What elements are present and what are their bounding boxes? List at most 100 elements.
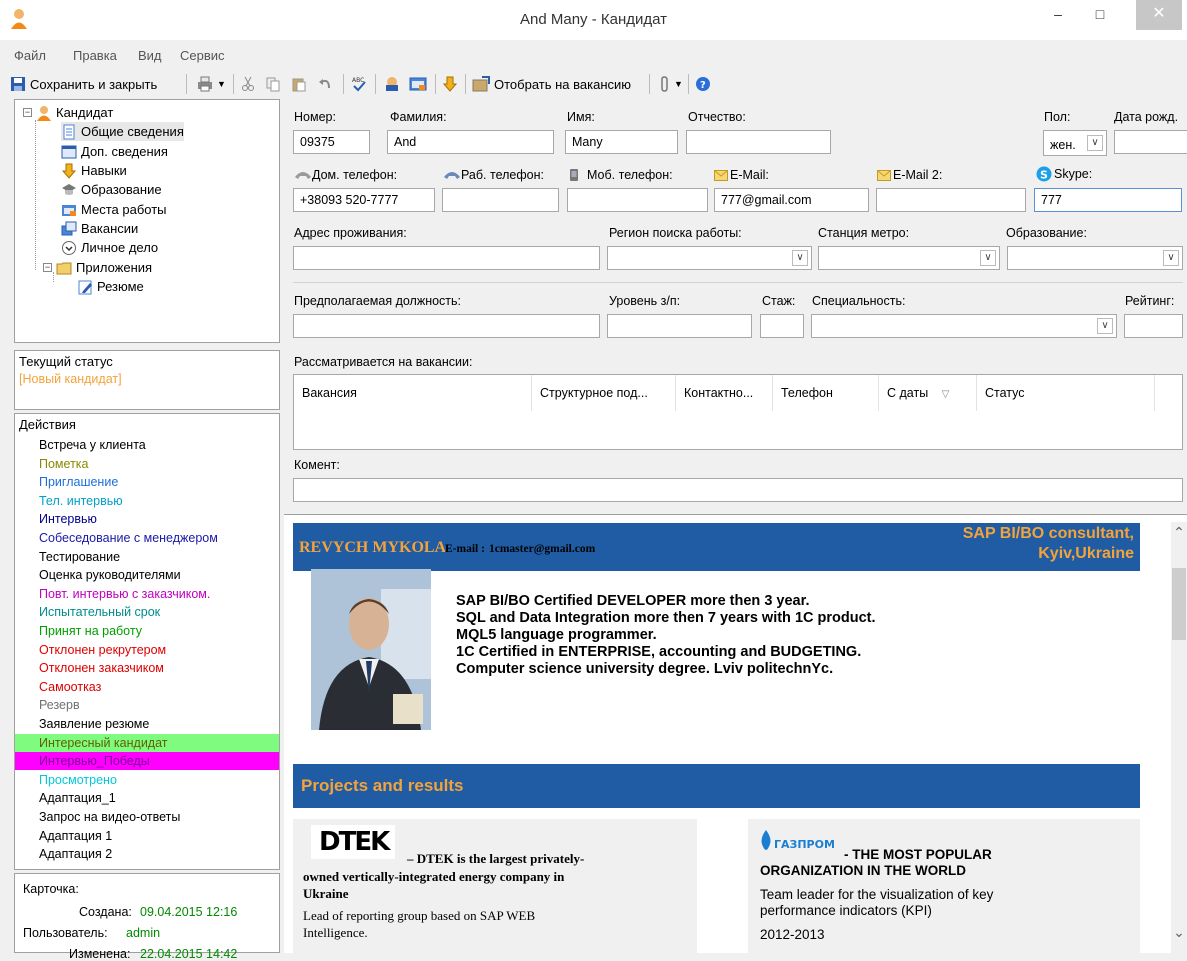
- metro-select[interactable]: ∨: [818, 246, 1000, 270]
- tree-item-personal[interactable]: Личное дело: [61, 238, 158, 257]
- window-view-button[interactable]: [409, 73, 427, 95]
- status-title: Текущий статус: [19, 354, 113, 369]
- tree-node-candidate[interactable]: − Кандидат: [23, 103, 113, 122]
- action-item[interactable]: Запрос на видео-ответы: [15, 808, 279, 826]
- chevron-down-icon[interactable]: ∨: [980, 250, 996, 266]
- scroll-thumb[interactable]: [1172, 568, 1186, 640]
- save-close-button[interactable]: Сохранить и закрыть: [10, 73, 157, 95]
- undo-button[interactable]: [317, 73, 333, 95]
- skype-input[interactable]: 777: [1034, 188, 1182, 212]
- tree-item-vacancies[interactable]: Вакансии: [61, 219, 138, 238]
- tree-item-general[interactable]: Общие сведения: [61, 122, 184, 141]
- spellcheck-button[interactable]: ABC: [351, 73, 367, 95]
- action-item[interactable]: Тел. интервью: [15, 492, 279, 510]
- action-item[interactable]: Интервью_Победы: [15, 752, 279, 771]
- work-phone-input[interactable]: [442, 188, 559, 212]
- maximize-button[interactable]: □: [1083, 0, 1117, 30]
- email-input[interactable]: 777@gmail.com: [714, 188, 869, 212]
- action-item[interactable]: Отклонен рекрутером: [15, 641, 279, 659]
- salary-label: Уровень з/п:: [609, 294, 681, 308]
- help-button[interactable]: ?: [695, 73, 711, 95]
- tree-node-attachments[interactable]: − Приложения: [43, 258, 152, 277]
- chevron-down-icon[interactable]: ∨: [1097, 318, 1113, 334]
- scroll-up-icon[interactable]: ⌃: [1171, 524, 1187, 541]
- action-item[interactable]: Приглашение: [15, 473, 279, 491]
- col-vacancy[interactable]: Вакансия: [294, 375, 532, 411]
- copy-button[interactable]: [265, 73, 281, 95]
- action-item[interactable]: Принят на работу: [15, 622, 279, 640]
- action-item[interactable]: Адаптация 1: [15, 827, 279, 845]
- menu-file[interactable]: Файл: [14, 48, 46, 63]
- action-item[interactable]: Самоотказ: [15, 678, 279, 696]
- resume-viewer[interactable]: REVYCH MYKOLA E-mail : 1cmaster@gmail.co…: [284, 514, 1187, 953]
- sex-select[interactable]: жен. ∨: [1043, 130, 1107, 156]
- paste-button[interactable]: [291, 73, 307, 95]
- education-select[interactable]: ∨: [1007, 246, 1183, 270]
- action-item[interactable]: •••: [15, 864, 279, 869]
- action-item[interactable]: Адаптация 2: [15, 845, 279, 863]
- action-item[interactable]: Интересный кандидат: [15, 733, 279, 752]
- home-phone-input[interactable]: +38093 520-7777: [293, 188, 435, 212]
- tree-item-jobs[interactable]: Места работы: [61, 200, 167, 219]
- patronymic-input[interactable]: [686, 130, 831, 154]
- birthdate-input[interactable]: [1114, 130, 1187, 154]
- col-phone[interactable]: Телефон: [773, 375, 879, 411]
- action-item[interactable]: Резерв: [15, 696, 279, 714]
- action-item[interactable]: Тестирование: [15, 548, 279, 566]
- email2-input[interactable]: [876, 188, 1026, 212]
- candidate-profile-button[interactable]: [383, 73, 401, 95]
- action-item[interactable]: Встреча у клиента: [15, 436, 279, 454]
- action-item[interactable]: Оценка руководителями: [15, 566, 279, 584]
- action-item[interactable]: Повт. интервью с заказчиком.: [15, 585, 279, 603]
- menu-service[interactable]: Сервис: [180, 48, 225, 63]
- vacancies-grid[interactable]: Вакансия Структурное под... Контактно...…: [293, 374, 1183, 450]
- menu-view[interactable]: Вид: [138, 48, 162, 63]
- attach-button[interactable]: ▼: [658, 73, 683, 95]
- action-item[interactable]: Испытательный срок: [15, 603, 279, 621]
- action-item[interactable]: Пометка: [15, 455, 279, 473]
- tree-item-extra[interactable]: Доп. сведения: [61, 142, 168, 161]
- position-input[interactable]: [293, 314, 600, 338]
- download-button[interactable]: [443, 73, 457, 95]
- col-department[interactable]: Структурное под...: [532, 375, 676, 411]
- collapse-icon[interactable]: −: [43, 263, 52, 272]
- name-input[interactable]: Many: [565, 130, 678, 154]
- col-status[interactable]: Статус: [977, 375, 1155, 411]
- surname-input[interactable]: And: [387, 130, 554, 154]
- action-item[interactable]: Интервью: [15, 510, 279, 528]
- rating-input[interactable]: [1124, 314, 1183, 338]
- cut-button[interactable]: [241, 73, 255, 95]
- tree-item-resume[interactable]: Резюме: [77, 277, 144, 296]
- resume-scrollbar[interactable]: ⌃ ⌄: [1171, 522, 1187, 953]
- salary-input[interactable]: [607, 314, 752, 338]
- collapse-icon[interactable]: −: [23, 108, 32, 117]
- mobile-input[interactable]: [567, 188, 708, 212]
- minimize-button[interactable]: –: [1041, 0, 1075, 30]
- print-button[interactable]: ▼: [196, 73, 226, 95]
- action-item[interactable]: Отклонен заказчиком: [15, 659, 279, 677]
- region-select[interactable]: ∨: [607, 246, 812, 270]
- col-contact[interactable]: Контактно...: [676, 375, 773, 411]
- scroll-down-icon[interactable]: ⌄: [1171, 924, 1187, 941]
- workplace-icon: [61, 202, 77, 218]
- number-input[interactable]: 09375: [293, 130, 370, 154]
- address-input[interactable]: [293, 246, 600, 270]
- specialty-select[interactable]: ∨: [811, 314, 1117, 338]
- chevron-down-icon[interactable]: ∨: [792, 250, 808, 266]
- action-item[interactable]: Заявление резюме: [15, 715, 279, 733]
- close-button[interactable]: ✕: [1136, 0, 1182, 30]
- chevron-down-icon[interactable]: ∨: [1087, 135, 1103, 151]
- menu-edit[interactable]: Правка: [73, 48, 117, 63]
- col-from-date[interactable]: С даты ▽: [879, 375, 977, 411]
- action-item[interactable]: Собеседование с менеджером: [15, 529, 279, 547]
- work-phone-icon: [444, 172, 460, 179]
- projects-title: Projects and results: [301, 776, 464, 795]
- tree-item-skills[interactable]: Навыки: [61, 161, 127, 180]
- action-item[interactable]: Просмотрено: [15, 771, 279, 789]
- tree-item-education[interactable]: Образование: [61, 180, 162, 199]
- action-item[interactable]: Адаптация_1: [15, 789, 279, 807]
- comment-input[interactable]: [293, 478, 1183, 502]
- assign-vacancy-button[interactable]: Отобрать на вакансию: [472, 73, 631, 95]
- chevron-down-icon[interactable]: ∨: [1163, 250, 1179, 266]
- experience-input[interactable]: [760, 314, 804, 338]
